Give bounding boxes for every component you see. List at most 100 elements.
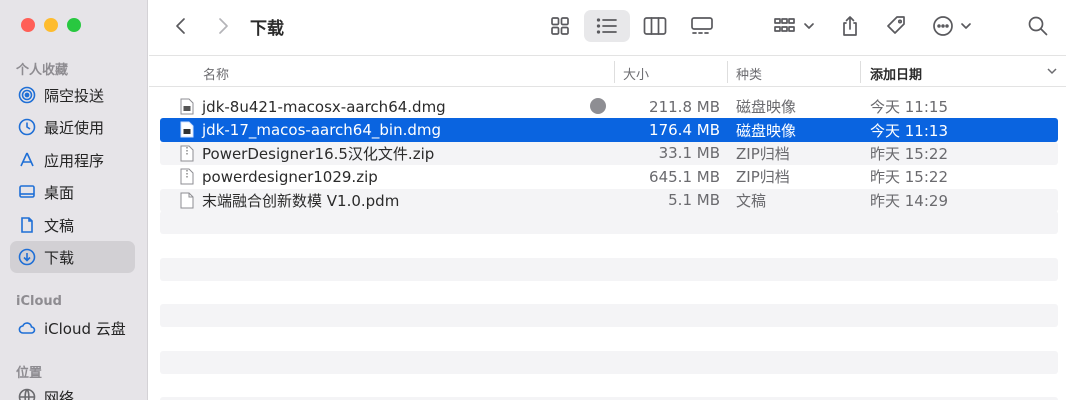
sidebar-item-airdrop[interactable]: 隔空投送 (10, 79, 135, 111)
file-size: 645.1 MB (649, 167, 720, 186)
file-list: jdk-8u421-macosx-aarch64.dmg 211.8 MB 磁盘… (160, 95, 1058, 212)
chevron-right-icon (219, 18, 228, 34)
sidebar-item-recents[interactable]: 最近使用 (10, 111, 135, 143)
column-divider[interactable] (727, 61, 728, 83)
chevron-down-icon[interactable] (1046, 66, 1058, 76)
file-date: 今天 11:13 (870, 121, 948, 140)
icon-view-button[interactable] (540, 10, 580, 42)
share-button[interactable] (834, 10, 866, 42)
column-divider[interactable] (860, 61, 861, 83)
document-icon (18, 216, 36, 234)
file-name: jdk-17_macos-aarch64_bin.dmg (202, 121, 442, 140)
empty-row-stripe (160, 258, 1058, 282)
column-header-name[interactable]: 名称 (203, 64, 229, 83)
file-date: 昨天 15:22 (870, 144, 948, 163)
sidebar-item-label: 下载 (44, 248, 75, 267)
cloud-icon (18, 319, 36, 337)
generic-file-icon (180, 192, 194, 209)
empty-row-stripe (160, 211, 1058, 235)
desktop-icon (18, 183, 36, 201)
file-row[interactable]: powerdesigner1029.zip 645.1 MB ZIP归档 昨天 … (160, 165, 1058, 188)
file-size: 211.8 MB (649, 97, 720, 116)
gallery-icon (691, 17, 713, 34)
download-status-icon (590, 98, 606, 114)
minimize-window-button[interactable] (44, 18, 58, 32)
file-kind: 磁盘映像 (736, 98, 797, 117)
list-view-button[interactable] (584, 10, 630, 42)
column-header-size[interactable]: 大小 (623, 64, 649, 83)
file-row[interactable]: 末端融合创新数模 V1.0.pdm 5.1 MB 文稿 昨天 14:29 (160, 188, 1058, 212)
search-icon (1028, 16, 1048, 36)
more-actions-button[interactable] (929, 10, 977, 42)
file-name: jdk-8u421-macosx-aarch64.dmg (202, 97, 446, 116)
column-header-kind[interactable]: 种类 (736, 64, 762, 83)
group-icon (774, 18, 814, 32)
zip-file-icon (180, 145, 194, 162)
file-kind: ZIP归档 (736, 144, 790, 163)
sidebar-item-documents[interactable]: 文稿 (10, 209, 135, 241)
sidebar-item-label: 最近使用 (44, 118, 105, 137)
file-row[interactable]: jdk-17_macos-aarch64_bin.dmg 176.4 MB 磁盘… (160, 118, 1058, 142)
column-divider[interactable] (614, 61, 615, 83)
file-size: 176.4 MB (649, 121, 720, 140)
share-icon (843, 16, 857, 36)
file-kind: ZIP归档 (736, 168, 790, 187)
toolbar: 下载 (149, 0, 1066, 56)
sidebar-section-icloud: iCloud (16, 294, 62, 309)
tag-icon (887, 16, 905, 34)
group-by-button[interactable] (769, 10, 819, 42)
back-button[interactable] (167, 10, 195, 42)
window-controls (21, 18, 81, 32)
grid-icon (551, 17, 569, 35)
clock-icon (18, 118, 36, 136)
zip-file-icon (180, 168, 194, 185)
list-icon (596, 18, 617, 34)
file-name: PowerDesigner16.5汉化文件.zip (202, 144, 435, 163)
sidebar-item-downloads[interactable]: 下载 (10, 241, 135, 273)
sidebar-item-label: 应用程序 (44, 151, 105, 170)
file-row[interactable]: PowerDesigner16.5汉化文件.zip 33.1 MB ZIP归档 … (160, 141, 1058, 166)
applications-icon (18, 151, 36, 169)
dmg-file-icon (180, 121, 194, 138)
close-window-button[interactable] (21, 18, 35, 32)
sidebar-item-label: 网络 (44, 388, 75, 400)
sidebar-section-favorites: 个人收藏 (16, 63, 69, 78)
sidebar-item-icloud-drive[interactable]: iCloud 云盘 (10, 312, 135, 344)
sidebar-item-network[interactable]: 网络 (10, 381, 135, 400)
network-icon (18, 388, 36, 400)
empty-row-stripe (160, 351, 1058, 375)
column-header-bar: 名称 大小 种类 添加日期 (149, 57, 1066, 87)
search-button[interactable] (1022, 10, 1054, 42)
file-date: 昨天 14:29 (870, 191, 948, 210)
empty-row-stripe (160, 304, 1058, 328)
tags-button[interactable] (879, 10, 913, 42)
sidebar: 个人收藏 隔空投送 最近使用 应用程序 桌面 文稿 下载 iCloud iClo… (0, 0, 148, 400)
window-title: 下载 (250, 19, 284, 39)
sidebar-item-desktop[interactable]: 桌面 (10, 176, 135, 208)
sidebar-item-label: iCloud 云盘 (44, 319, 126, 338)
file-date: 今天 11:15 (870, 98, 948, 117)
sidebar-item-label: 隔空投送 (44, 86, 105, 105)
file-kind: 文稿 (736, 191, 767, 210)
column-header-date-added[interactable]: 添加日期 (870, 64, 922, 83)
download-icon (18, 248, 36, 266)
columns-icon (643, 17, 667, 35)
gallery-view-button[interactable] (682, 10, 722, 42)
dmg-file-icon (180, 98, 194, 115)
file-size: 33.1 MB (658, 144, 720, 163)
zoom-window-button[interactable] (67, 18, 81, 32)
column-view-button[interactable] (635, 10, 675, 42)
file-kind: 磁盘映像 (736, 121, 797, 140)
sidebar-item-label: 桌面 (44, 183, 75, 202)
sidebar-item-label: 文稿 (44, 216, 75, 235)
sidebar-item-applications[interactable]: 应用程序 (10, 144, 135, 176)
file-name: powerdesigner1029.zip (202, 167, 378, 186)
airdrop-icon (18, 86, 36, 104)
sidebar-section-locations: 位置 (16, 366, 43, 381)
file-size: 5.1 MB (668, 191, 720, 210)
chevron-left-icon (176, 18, 185, 34)
forward-button[interactable] (209, 10, 237, 42)
file-name: 末端融合创新数模 V1.0.pdm (202, 191, 400, 210)
file-date: 昨天 15:22 (870, 168, 948, 187)
file-row[interactable]: jdk-8u421-macosx-aarch64.dmg 211.8 MB 磁盘… (160, 95, 1058, 118)
